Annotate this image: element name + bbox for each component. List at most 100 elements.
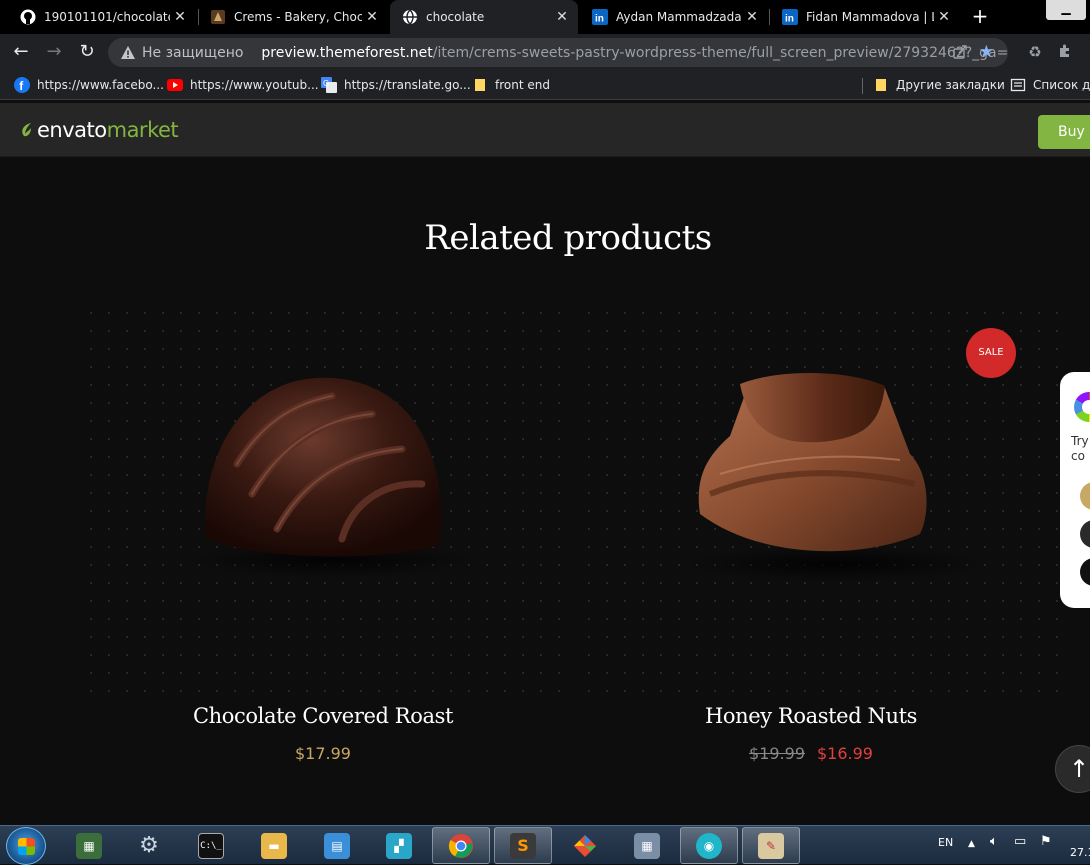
envato-leaf-icon: [22, 123, 31, 137]
tab-linkedin-aydan[interactable]: in Aydan Mammadzada | Li ✕: [580, 0, 768, 34]
color-wheel-icon: [1074, 392, 1090, 422]
language-indicator[interactable]: EN: [938, 836, 953, 849]
product-image-honey-roasted-nuts[interactable]: [680, 364, 990, 584]
tab-github[interactable]: 190101101/chocolate: c ✕: [8, 0, 196, 34]
close-icon[interactable]: ✕: [552, 9, 572, 25]
extensions-puzzle-icon[interactable]: [1056, 43, 1074, 61]
url-path: /item/crems-sweets-pastry-wordpress-them…: [432, 44, 1008, 61]
product-image-chocolate-covered-roast[interactable]: [182, 364, 482, 584]
svg-text:in: in: [785, 14, 794, 25]
price-original: $19.99: [749, 744, 805, 763]
bookmark-translate[interactable]: G https://translate.go...: [321, 76, 471, 94]
product-title[interactable]: Chocolate Covered Roast: [143, 704, 503, 728]
bookmark-label: Список для: [1033, 78, 1090, 92]
taskbar-app-git[interactable]: [556, 827, 614, 864]
reload-button[interactable]: ↻: [76, 41, 98, 63]
envato-logo[interactable]: envato market: [20, 118, 179, 142]
tab-crems[interactable]: Crems - Bakery, Chocolat ✕: [198, 0, 388, 34]
tab-chocolate[interactable]: chocolate ✕: [390, 0, 578, 34]
globe-icon: [402, 9, 418, 25]
system-monitor-icon: ▦: [76, 832, 102, 859]
tab-linkedin-fidan[interactable]: in Fidan Mammadova | Lin ✕: [770, 0, 960, 34]
envato-preview-bar: envatomarket Buy n: [0, 103, 1090, 157]
taskbar-app-control-panel[interactable]: ▤: [308, 827, 366, 864]
bookmarks-bar: f https://www.facebo... https://www.yout…: [0, 70, 1090, 100]
sublime-text-icon: S: [510, 832, 536, 859]
facebook-icon: f: [14, 77, 30, 93]
price-current: $17.99: [295, 744, 351, 763]
color-swatch-black[interactable]: [1080, 558, 1090, 586]
bookmark-folder-other[interactable]: Другие закладки: [873, 76, 1005, 94]
buy-now-button[interactable]: Buy n: [1038, 115, 1090, 149]
scroll-to-top-button[interactable]: ↑: [1055, 745, 1090, 793]
security-label[interactable]: Не защищено: [142, 45, 243, 61]
taskbar-app-cmd[interactable]: C:\_: [182, 827, 240, 864]
chrome-icon: [448, 833, 474, 859]
bookmark-youtube[interactable]: https://www.youtub...: [167, 76, 319, 94]
bookmark-label: https://www.facebo...: [37, 78, 164, 92]
theme-preview-page: Related products SALE Chocolate Covered …: [0, 158, 1090, 825]
back-button[interactable]: ←: [10, 41, 32, 63]
minimize-button[interactable]: ▁: [1046, 0, 1086, 20]
taskbar-app-cubes[interactable]: ▞: [370, 827, 428, 864]
folder-icon: [472, 77, 488, 93]
color-swatch-gold[interactable]: [1080, 482, 1090, 510]
speaker-icon[interactable]: 🔈︎: [990, 834, 998, 849]
address-bar[interactable]: Не защищено preview.themeforest.net/item…: [108, 38, 1008, 67]
extension-recycle-icon[interactable]: ♻: [1026, 43, 1044, 61]
svg-text:G: G: [323, 79, 329, 88]
close-icon[interactable]: ✕: [170, 9, 190, 25]
new-tab-button[interactable]: +: [966, 4, 994, 30]
linkedin-icon: in: [592, 9, 608, 25]
product-price: $19.99 $16.99: [711, 744, 911, 763]
tab-title: Crems - Bakery, Chocolat: [234, 10, 362, 24]
tab-title: Aydan Mammadzada | Li: [616, 10, 742, 24]
close-icon[interactable]: ✕: [362, 9, 382, 25]
taskbar-app-paint[interactable]: ✎: [742, 827, 800, 864]
bookmark-label: front end: [495, 78, 550, 92]
bookmark-label: Другие закладки: [896, 78, 1005, 92]
section-heading: Related products: [424, 218, 712, 258]
folder-icon: [873, 77, 889, 93]
control-panel-icon: ▤: [324, 832, 350, 859]
vpn-shield-icon: ◉: [696, 832, 722, 859]
start-button[interactable]: [6, 827, 46, 865]
network-icon[interactable]: ▭: [1014, 834, 1026, 849]
bookmark-label: https://translate.go...: [344, 78, 471, 92]
action-center-flag-icon[interactable]: ⚑: [1040, 834, 1052, 849]
github-icon: [20, 9, 36, 25]
taskbar-app-chrome[interactable]: [432, 827, 490, 864]
bookmark-reading-list[interactable]: Список для: [1010, 76, 1090, 94]
color-swatch-dark[interactable]: [1080, 520, 1090, 548]
product-title[interactable]: Honey Roasted Nuts: [631, 704, 991, 728]
close-icon[interactable]: ✕: [742, 9, 762, 25]
taskbar-app-sublime[interactable]: S: [494, 827, 552, 864]
price-sale: $16.99: [817, 744, 873, 763]
taskbar-app-vpn[interactable]: ◉: [680, 827, 738, 864]
calculator-icon: ▦: [634, 832, 660, 859]
cubes-icon: ▞: [386, 832, 412, 859]
taskbar-app-calculator[interactable]: ▦: [618, 827, 676, 864]
youtube-icon: [167, 77, 183, 93]
translate-icon: G: [321, 77, 337, 93]
clock-date[interactable]: 27.1: [1070, 846, 1090, 859]
share-icon[interactable]: [952, 44, 968, 64]
url-host: preview.themeforest.net: [261, 44, 433, 61]
forward-button[interactable]: →: [43, 41, 65, 63]
bookmark-folder-front-end[interactable]: front end: [472, 76, 550, 94]
style-switcher-panel[interactable]: Try co: [1060, 372, 1090, 608]
bookmark-star-icon[interactable]: ★: [979, 42, 994, 62]
bookmark-label: https://www.youtub...: [190, 78, 319, 92]
git-icon: [572, 833, 598, 859]
bookmark-facebook[interactable]: f https://www.facebo...: [14, 76, 164, 94]
show-hidden-icons-button[interactable]: ▲: [968, 839, 975, 849]
taskbar-app-explorer[interactable]: ▬: [245, 827, 303, 864]
taskbar-app-monitor[interactable]: ▦: [60, 827, 118, 864]
folder-icon: ▬: [261, 832, 287, 859]
taskbar-app-settings[interactable]: ⚙: [120, 827, 178, 864]
close-icon[interactable]: ✕: [934, 9, 954, 25]
warning-icon: [120, 45, 136, 61]
style-switcher-label: Try co: [1071, 434, 1089, 463]
arrow-up-icon: ↑: [1068, 755, 1090, 783]
browser-tab-strip: 190101101/chocolate: c ✕ Crems - Bakery,…: [0, 0, 1090, 34]
